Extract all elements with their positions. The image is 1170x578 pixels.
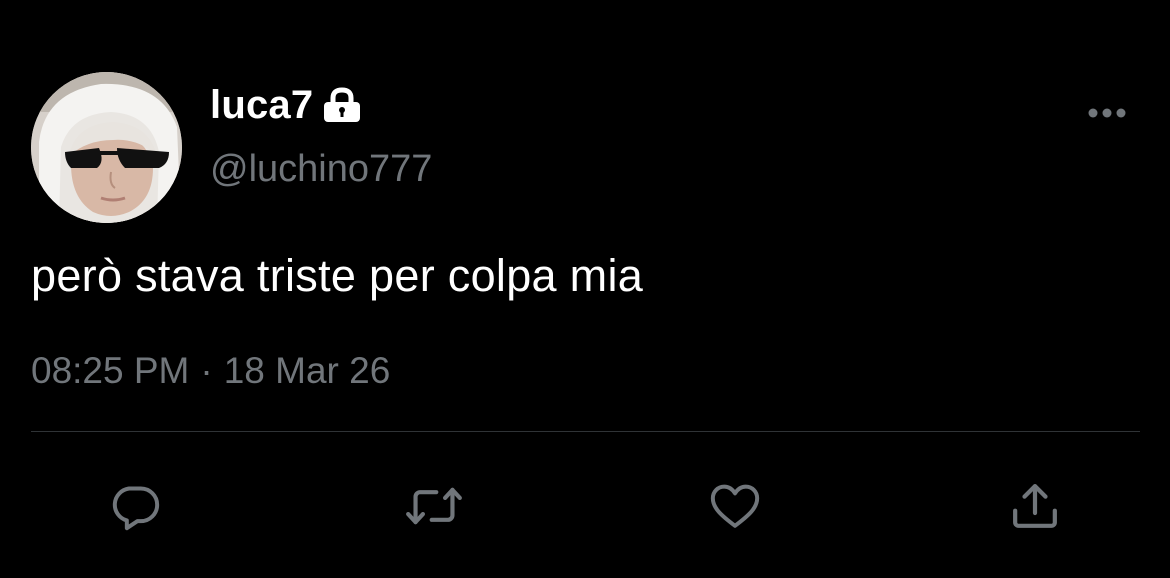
- tweet-date[interactable]: 18 Mar 26: [224, 350, 391, 392]
- reply-button[interactable]: [105, 478, 165, 538]
- share-icon: [1007, 478, 1063, 539]
- reply-icon: [107, 478, 163, 539]
- handle[interactable]: @luchino777: [210, 148, 432, 191]
- display-name-row: luca7: [210, 80, 363, 130]
- tweet-time[interactable]: 08:25 PM: [31, 350, 189, 392]
- tweet-text: però stava triste per colpa mia: [31, 250, 644, 301]
- divider: [31, 431, 1140, 432]
- more-icon[interactable]: [1084, 100, 1130, 126]
- like-button[interactable]: [705, 478, 765, 538]
- timestamp-row: 08:25 PM · 18 Mar 26: [31, 350, 390, 392]
- display-name[interactable]: luca7: [210, 83, 313, 128]
- heart-icon: [706, 478, 764, 539]
- separator: ·: [200, 350, 213, 391]
- lock-icon: [321, 87, 363, 123]
- retweet-icon: [404, 478, 464, 539]
- retweet-button[interactable]: [404, 478, 464, 538]
- share-button[interactable]: [1005, 478, 1065, 538]
- avatar[interactable]: [31, 72, 182, 223]
